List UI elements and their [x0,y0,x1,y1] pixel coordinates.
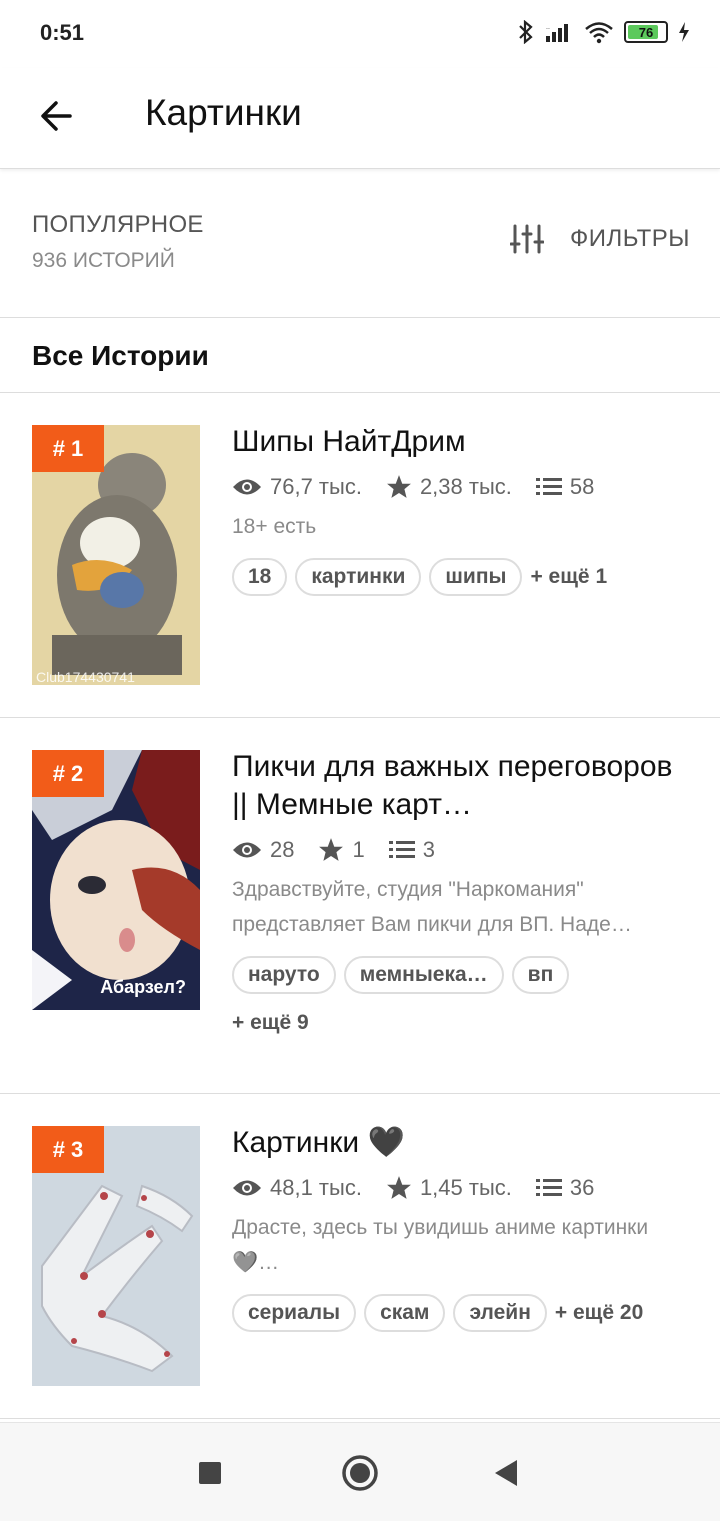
story-stats: 76,7 тыс. 2,38 тыс. 58 [232,471,692,503]
charging-icon [679,22,689,42]
chapters-count: 3 [422,837,435,862]
triangle-back-icon [495,1460,517,1486]
tag-chip[interactable]: шипы [429,558,523,596]
story-info: Пикчи для важных переговоров || Мемные к… [232,748,692,1042]
tag-list: сериалы скам элейн + ещё 20 [232,1294,692,1332]
story-count: 936 ИСТОРИЙ [32,249,175,272]
story-card[interactable]: # 2 Абарзел? Пикчи для важных переговоро… [0,718,720,1094]
story-cover[interactable]: # 1 Club174430741 [32,425,200,685]
section-title: Все Истории [32,340,209,371]
section-header: Все Истории [0,318,720,393]
rank-badge: # 3 [32,1126,104,1173]
story-info: Шипы НайтДрим 76,7 тыс. 2,38 тыс. 58 18+… [232,423,692,596]
sort-label[interactable]: ПОПУЛЯРНОЕ [32,211,204,239]
story-description: Здравствуйте, студия "Наркомания" предст… [232,878,632,936]
sliders-icon [509,224,544,254]
chapters-count: 36 [569,1175,595,1200]
back-button[interactable] [30,90,82,142]
views-stat: 48,1 тыс. [232,1175,362,1201]
square-icon [199,1462,221,1484]
story-stats: 48,1 тыс. 1,45 тыс. 36 [232,1172,692,1204]
more-tags[interactable]: + ещё 20 [555,1301,643,1325]
story-info: Картинки 🖤 48,1 тыс. 1,45 тыс. 36 Драсте… [232,1124,692,1332]
star-icon [387,475,411,498]
more-tags[interactable]: + ещё 9 [232,1004,692,1042]
svg-text:..: .. [546,24,550,31]
story-cover[interactable]: # 2 Абарзел? [32,750,200,1010]
sort-bar: ПОПУЛЯРНОЕ 936 ИСТОРИЙ ФИЛЬТРЫ [0,169,720,318]
star-icon [319,838,344,861]
circle-icon [342,1455,378,1491]
system-nav-bar [0,1422,720,1521]
star-icon [387,1176,411,1199]
list-icon [388,841,415,858]
views-count: 28 [270,837,295,862]
tag-chip[interactable]: скам [364,1294,446,1332]
filters-label: ФИЛЬТРЫ [569,225,690,252]
story-card[interactable]: # 3 Картинки 🖤 48,1 тыс. 1,45 тыс. 36 Др… [0,1094,720,1419]
chapters-count: 58 [569,474,595,499]
story-stats: 28 1 3 [232,834,692,866]
tag-chip[interactable]: сериалы [232,1294,357,1332]
tag-list: 18 картинки шипы + ещё 1 [232,558,692,596]
chapters-stat: 3 [388,837,435,863]
signal-icon: .. [546,24,568,42]
rating-count: 1 [352,837,365,862]
chapters-stat: 58 [535,474,595,500]
filters-button[interactable]: ФИЛЬТРЫ [509,224,690,254]
page-title: Картинки [145,92,302,133]
eye-icon [233,1180,261,1196]
arrow-left-icon [41,101,72,131]
rank-badge: # 1 [32,425,104,472]
cover-caption: Абарзел? [100,977,186,997]
list-icon [535,1179,562,1196]
tag-chip[interactable]: вп [511,956,570,994]
wifi-icon [585,22,613,44]
story-title[interactable]: Пикчи для важных переговоров || Мемные к… [232,748,692,824]
back-nav-button[interactable] [486,1453,526,1493]
views-count: 48,1 тыс. [270,1175,362,1200]
cover-watermark: Club174430741 [36,669,135,685]
story-description: Драсте, здесь ты увидишь аниме картинки … [232,1216,649,1274]
home-button[interactable] [340,1453,380,1493]
story-card[interactable]: # 1 Club174430741 Шипы НайтДрим 76,7 тыс… [0,393,720,718]
app-bar: Картинки [0,68,720,169]
status-bar: 0:51 .. 76 [0,0,720,68]
views-stat: 76,7 тыс. [232,474,362,500]
rating-stat: 1,45 тыс. [386,1175,512,1201]
battery-icon: 76 [624,21,668,43]
rank-badge: # 2 [32,750,104,797]
list-icon [535,478,562,495]
tag-list: наруто мемныека… вп [232,956,692,994]
battery-level: 76 [638,24,654,40]
story-description: 18+ есть [232,515,317,538]
tag-chip[interactable]: мемныека… [343,956,504,994]
rating-count: 1,45 тыс. [419,1175,512,1200]
status-time: 0:51 [40,20,85,45]
rating-stat: 2,38 тыс. [386,474,512,500]
more-tags[interactable]: + ещё 1 [530,565,607,589]
rating-stat: 1 [318,837,365,863]
eye-icon [233,842,261,858]
tag-chip[interactable]: 18 [232,558,288,596]
chapters-stat: 36 [535,1175,595,1201]
story-title[interactable]: Шипы НайтДрим [232,423,692,461]
views-stat: 28 [232,837,294,863]
tag-chip[interactable]: картинки [295,558,422,596]
status-icons: .. 76 [516,20,690,44]
story-cover[interactable]: # 3 [32,1126,200,1386]
rating-count: 2,38 тыс. [419,474,512,499]
bluetooth-icon [519,20,533,44]
views-count: 76,7 тыс. [270,474,362,499]
tag-chip[interactable]: элейн [453,1294,547,1332]
story-title[interactable]: Картинки 🖤 [232,1124,692,1162]
recents-button[interactable] [190,1453,230,1493]
tag-chip[interactable]: наруто [232,956,336,994]
eye-icon [233,479,261,495]
